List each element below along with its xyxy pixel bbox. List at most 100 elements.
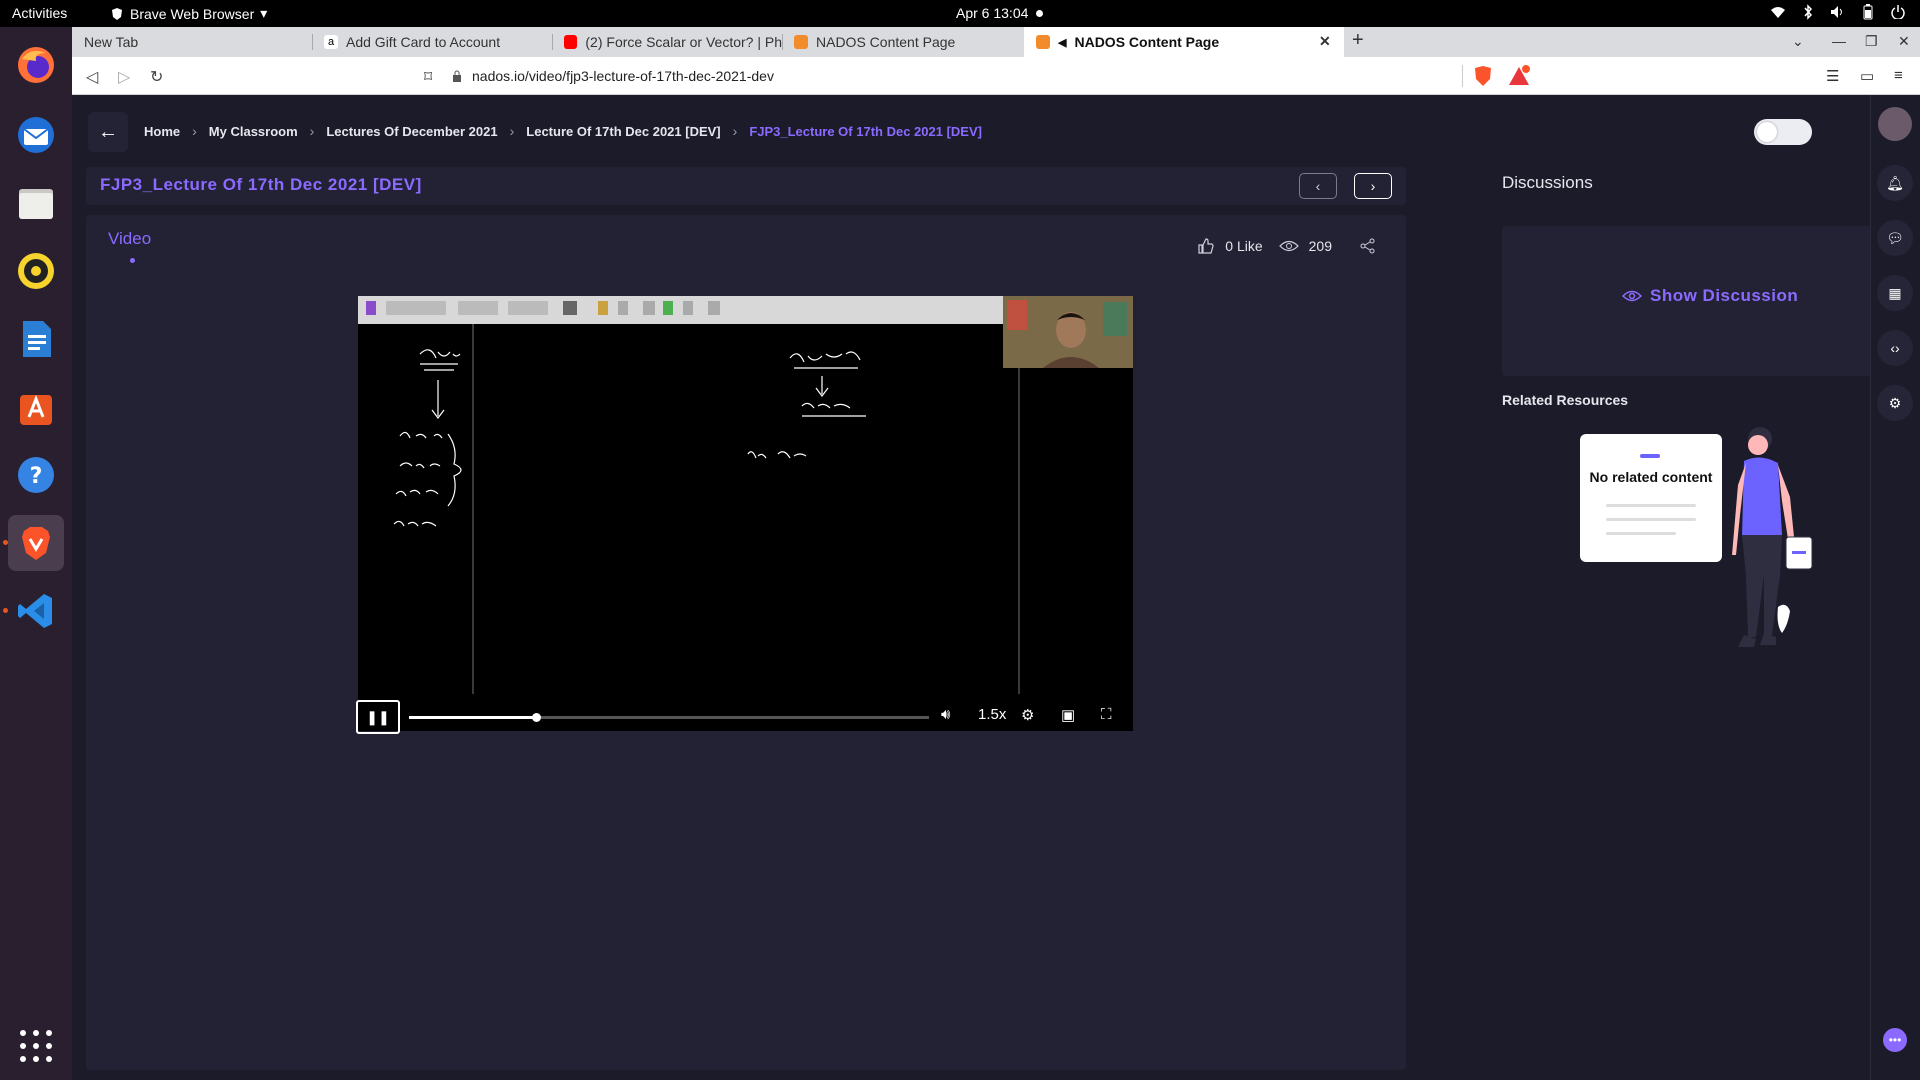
settings-gear-icon[interactable]: ⚙ xyxy=(1021,706,1034,724)
volume-icon[interactable]: 🔊︎ xyxy=(941,706,950,723)
previous-content-button[interactable]: ‹ xyxy=(1299,173,1337,199)
whiteboard-divider xyxy=(1018,324,1020,694)
tab-label: New Tab xyxy=(84,34,139,50)
notification-dot-icon xyxy=(1036,9,1044,17)
vscode-launcher[interactable] xyxy=(8,583,64,639)
browser-toolbar: ◁ ▷ ↻ ⌑ nados.io/video/fjp3-lecture-of-1… xyxy=(72,57,1920,95)
breadcrumb-home[interactable]: Home xyxy=(144,124,180,139)
thumbs-up-icon[interactable] xyxy=(1197,237,1215,255)
chevron-right-icon: › xyxy=(732,123,738,139)
power-icon xyxy=(1890,4,1906,20)
speaker-icon: ◀ xyxy=(1058,36,1067,49)
address-field[interactable]: nados.io/video/fjp3-lecture-of-17th-dec-… xyxy=(452,68,774,84)
maximize-button[interactable]: ❐ xyxy=(1865,33,1878,50)
code-button[interactable]: ‹› xyxy=(1877,330,1913,366)
seek-bar-fill xyxy=(409,716,537,719)
close-tab-icon[interactable]: ✕ xyxy=(1319,33,1331,50)
settings-button[interactable]: ⚙ xyxy=(1877,385,1913,421)
tab-youtube[interactable]: (2) Force Scalar or Vector? | Ph xyxy=(552,27,782,57)
firefox-icon xyxy=(18,47,54,83)
discussions-heading: Discussions xyxy=(1502,173,1593,192)
breadcrumb-lectures-december[interactable]: Lectures Of December 2021 xyxy=(326,124,497,139)
show-discussion-label: Show Discussion xyxy=(1650,286,1799,305)
content-title-bar: FJP3_Lecture Of 17th Dec 2021 [DEV] ‹ › xyxy=(86,167,1406,205)
chat-button[interactable]: 💬︎ xyxy=(1877,220,1913,256)
active-tab-indicator xyxy=(130,258,135,263)
new-tab-button[interactable]: + xyxy=(1352,29,1364,52)
thunderbird-launcher[interactable] xyxy=(8,107,64,163)
show-discussion-button[interactable]: Show Discussion xyxy=(1622,286,1798,306)
brave-shields-icon[interactable] xyxy=(1472,65,1494,87)
forward-button[interactable]: ▷ xyxy=(118,67,130,87)
next-content-button[interactable]: › xyxy=(1354,173,1392,199)
calendar-button[interactable]: ▦ xyxy=(1877,275,1913,311)
notifications-button[interactable]: 🔔︎ xyxy=(1877,165,1913,201)
files-icon xyxy=(19,189,53,219)
writer-launcher[interactable] xyxy=(8,311,64,367)
activities-button[interactable]: Activities xyxy=(12,5,67,21)
menu-icon[interactable]: ≡ xyxy=(1894,67,1903,84)
pause-button[interactable]: ❚❚ xyxy=(356,700,400,734)
content-panel: Video 0 Like 209 ❚❚ 🔊︎ 1.5x ⚙ ▣ ⛶ xyxy=(86,215,1406,1070)
firefox-launcher[interactable] xyxy=(8,37,64,93)
user-avatar[interactable] xyxy=(1878,107,1912,141)
back-button[interactable]: ◁ xyxy=(86,67,98,87)
nados-favicon-icon xyxy=(1036,35,1050,49)
playback-speed[interactable]: 1.5x xyxy=(978,706,1006,723)
video-player[interactable]: ❚❚ 🔊︎ 1.5x ⚙ ▣ ⛶ xyxy=(356,296,1133,734)
no-related-content-label: No related content xyxy=(1589,469,1713,485)
page-back-button[interactable]: ← xyxy=(88,112,128,152)
brave-rewards-icon[interactable] xyxy=(1508,65,1530,87)
system-tray[interactable] xyxy=(1770,4,1906,20)
tab-search-chevron-icon[interactable]: ⌄ xyxy=(1792,33,1804,50)
picture-in-picture-icon[interactable]: ▣ xyxy=(1061,706,1075,724)
chat-bubble-icon: 💬︎ xyxy=(1886,229,1904,246)
app-menu[interactable]: Brave Web Browser ▾ xyxy=(110,5,267,22)
tab-video[interactable]: Video xyxy=(108,229,151,249)
breadcrumb-current: FJP3_Lecture Of 17th Dec 2021 [DEV] xyxy=(749,123,982,139)
eye-icon xyxy=(1278,240,1299,252)
reload-button[interactable]: ↻ xyxy=(150,67,163,87)
wallet-icon[interactable]: ▭ xyxy=(1860,67,1874,85)
brave-launcher[interactable] xyxy=(8,515,64,571)
fullscreen-icon[interactable]: ⛶ xyxy=(1101,706,1112,723)
chevron-left-icon: ‹ xyxy=(1315,178,1321,194)
chevron-down-icon: ▾ xyxy=(260,5,268,21)
files-launcher[interactable] xyxy=(8,175,64,231)
bookmark-icon[interactable]: ⌑ xyxy=(424,67,432,87)
show-apps-grid-icon[interactable] xyxy=(20,1030,52,1062)
breadcrumb-my-classroom[interactable]: My Classroom xyxy=(209,124,298,139)
help-launcher[interactable]: ? xyxy=(8,447,64,503)
support-chat-button[interactable]: ••• xyxy=(1883,1028,1907,1052)
tab-nados-1[interactable]: NADOS Content Page xyxy=(782,27,1022,57)
tab-new-tab[interactable]: New Tab xyxy=(72,27,312,57)
tab-amazon[interactable]: a Add Gift Card to Account xyxy=(312,27,552,57)
app-store-icon xyxy=(20,394,52,425)
system-top-bar: Activities Brave Web Browser ▾ Apr 6 13:… xyxy=(0,0,1920,27)
like-count: 0 Like xyxy=(1225,238,1263,254)
seek-bar[interactable] xyxy=(409,713,929,722)
clock[interactable]: Apr 6 13:04 xyxy=(956,5,1044,21)
view-count: 209 xyxy=(1308,238,1332,254)
card-accent xyxy=(1640,454,1660,458)
close-window-button[interactable]: ✕ xyxy=(1898,33,1910,50)
gear-icon: ⚙ xyxy=(1888,394,1902,411)
chevron-right-icon: › xyxy=(309,123,315,139)
seek-bar-thumb[interactable] xyxy=(532,713,542,722)
placeholder-line xyxy=(1606,518,1696,521)
running-indicator xyxy=(3,540,8,545)
rhythmbox-launcher[interactable] xyxy=(8,243,64,299)
dock: ? xyxy=(0,27,72,1080)
nados-page: ← Home › My Classroom › Lectures Of Dece… xyxy=(72,95,1920,1080)
breadcrumb-lecture-17th-dec[interactable]: Lecture Of 17th Dec 2021 [DEV] xyxy=(526,124,720,139)
tab-nados-active[interactable]: ◀ NADOS Content Page ✕ xyxy=(1024,27,1344,57)
rhythmbox-icon xyxy=(18,253,54,289)
share-icon[interactable] xyxy=(1360,238,1376,254)
eye-icon xyxy=(1622,290,1642,302)
tab-label: NADOS Content Page xyxy=(1074,34,1220,50)
content-stats: 0 Like 209 xyxy=(1197,237,1376,255)
software-launcher[interactable] xyxy=(8,379,64,435)
playlist-icon[interactable]: ☰ xyxy=(1826,67,1839,85)
chevron-right-icon: › xyxy=(1370,178,1376,194)
minimize-button[interactable]: — xyxy=(1832,33,1846,49)
